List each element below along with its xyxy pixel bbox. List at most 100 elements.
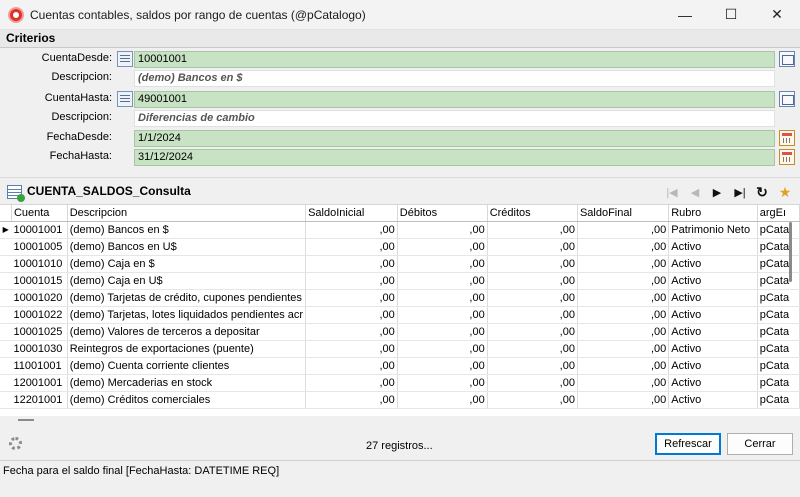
table-cell: ,00 [577,323,670,341]
cuenta-desde-field[interactable]: 10001001 [134,51,775,68]
table-cell: pCata [757,289,800,307]
col-header-cuenta[interactable]: Cuenta [11,205,68,222]
next-record-button[interactable]: ▶ [708,183,726,201]
table-cell: 12001001 [11,374,68,392]
table-cell: 10001001 [11,221,68,239]
table-cell: (demo) Bancos en $ [67,221,307,239]
current-row-indicator-icon: ▶ [0,221,12,239]
table-row[interactable]: 10001005 (demo) Bancos en U$ ,00,00,00,00 A… [0,238,800,256]
table-cell: ,00 [305,289,398,307]
table-cell: pCata [757,391,800,409]
table-cell: ,00 [397,255,488,273]
refresh-button[interactable]: Refrescar [655,433,721,455]
first-record-button[interactable]: |◀ [663,183,681,201]
table-cell: ,00 [577,272,670,290]
desc-hasta-field: Diferencias de cambio [134,110,775,127]
grid-header-row: Cuenta Descripcion SaldoInicial Débitos … [0,205,800,222]
table-cell: (demo) Caja en $ [67,255,307,273]
table-cell: ,00 [577,306,670,324]
table-cell: ,00 [397,238,488,256]
gear-icon[interactable] [9,437,22,450]
row-indicator [0,289,12,307]
table-cell: ,00 [487,289,578,307]
table-cell: pCata [757,357,800,375]
table-cell: 11001001 [11,357,68,375]
footer: 27 registros... Refrescar Cerrar [0,416,800,460]
prev-record-button[interactable]: ◀ [686,183,704,201]
table-cell: ,00 [487,357,578,375]
table-row[interactable]: 10001020 (demo) Tarjetas de crédito, cupo… [0,289,800,307]
fecha-desde-calendar-icon[interactable] [779,130,795,146]
refresh-icon[interactable]: ↻ [753,183,771,201]
table-cell: Activo [668,391,758,409]
cuenta-hasta-field[interactable]: 49001001 [134,91,775,108]
table-cell: (demo) Créditos comerciales [67,391,307,409]
cuenta-hasta-lookup-icon[interactable] [117,91,133,107]
table-cell: 10001025 [11,323,68,341]
col-header-creditos[interactable]: Créditos [487,205,578,222]
table-cell: Activo [668,306,758,324]
table-cell: pCata [757,255,800,273]
table-cell: pCata [757,221,800,239]
table-cell: Activo [668,340,758,358]
cuenta-hasta-card-icon[interactable] [779,91,795,107]
table-cell: (demo) Bancos en U$ [67,238,307,256]
table-cell: (demo) Caja en U$ [67,272,307,290]
fecha-hasta-calendar-icon[interactable] [779,149,795,165]
col-header-saldoinicial[interactable]: SaldoInicial [305,205,398,222]
fecha-hasta-field[interactable]: 31/12/2024 [134,149,775,166]
table-row[interactable]: 10001030 Reintegros de exportaciones (pue… [0,340,800,358]
cuenta-desde-lookup-icon[interactable] [117,51,133,67]
close-button[interactable]: Cerrar [727,433,793,455]
table-cell: (demo) Valores de terceros a depositar [67,323,307,341]
consulta-toolbar: CUENTA_SALDOS_Consulta |◀ ◀ ▶ ▶| ↻ ★ [0,177,800,204]
row-indicator [0,357,12,375]
table-cell: pCata [757,272,800,290]
table-cell: pCata [757,374,800,392]
table-cell: ,00 [577,289,670,307]
cuenta-desde-card-icon[interactable] [779,51,795,67]
row-indicator [0,272,12,290]
table-cell: (demo) Cuenta corriente clientes [67,357,307,375]
horizontal-scrollbar[interactable] [18,419,34,421]
col-header-rubro[interactable]: Rubro [668,205,758,222]
table-cell: 10001020 [11,289,68,307]
row-indicator [0,306,12,324]
row-indicator [0,255,12,273]
row-indicator [0,391,12,409]
col-header-saldofinal[interactable]: SaldoFinal [577,205,670,222]
table-row[interactable]: 10001022 (demo) Tarjetas, lotes liquidado… [0,306,800,324]
table-cell: (demo) Tarjetas de crédito, cupones pend… [67,289,307,307]
minimize-button[interactable]: — [662,0,708,30]
table-row[interactable]: 10001010 (demo) Caja en $ ,00,00,00,00 Acti… [0,255,800,273]
table-cell: ,00 [397,272,488,290]
row-indicator [0,323,12,341]
maximize-button[interactable]: ☐ [708,0,754,30]
close-window-button[interactable]: ✕ [754,0,800,30]
table-cell: ,00 [487,221,578,239]
table-row[interactable]: ▶ 10001001 (demo) Bancos en $ ,00,00,00,00 P… [0,221,800,239]
col-header-descripcion[interactable]: Descripcion [67,205,307,222]
col-header-catalogo[interactable]: argEı [757,205,800,222]
results-grid[interactable]: Cuenta Descripcion SaldoInicial Débitos … [0,204,800,416]
table-cell: ,00 [305,306,398,324]
col-header-debitos[interactable]: Débitos [397,205,488,222]
table-cell: 10001005 [11,238,68,256]
fecha-desde-field[interactable]: 1/1/2024 [134,130,775,147]
table-cell: ,00 [487,340,578,358]
window-title: Cuentas contables, saldos por rango de c… [30,7,366,22]
table-row[interactable]: 12001001 (demo) Mercaderias en stock ,00,0… [0,374,800,392]
table-cell: ,00 [577,221,670,239]
table-row[interactable]: 10001015 (demo) Caja en U$ ,00,00,00,00 Act… [0,272,800,290]
table-cell: ,00 [305,374,398,392]
table-row[interactable]: 10001025 (demo) Valores de terceros a dep… [0,323,800,341]
table-row[interactable]: 11001001 (demo) Cuenta corriente clientes… [0,357,800,375]
last-record-button[interactable]: ▶| [731,183,749,201]
table-cell: 10001015 [11,272,68,290]
table-cell: ,00 [305,391,398,409]
table-cell: ,00 [397,221,488,239]
export-icon[interactable]: ★ [776,183,794,201]
table-row[interactable]: 12201001 (demo) Créditos comerciales ,00,0… [0,391,800,409]
vertical-scrollbar[interactable] [789,222,792,282]
row-indicator [0,238,12,256]
